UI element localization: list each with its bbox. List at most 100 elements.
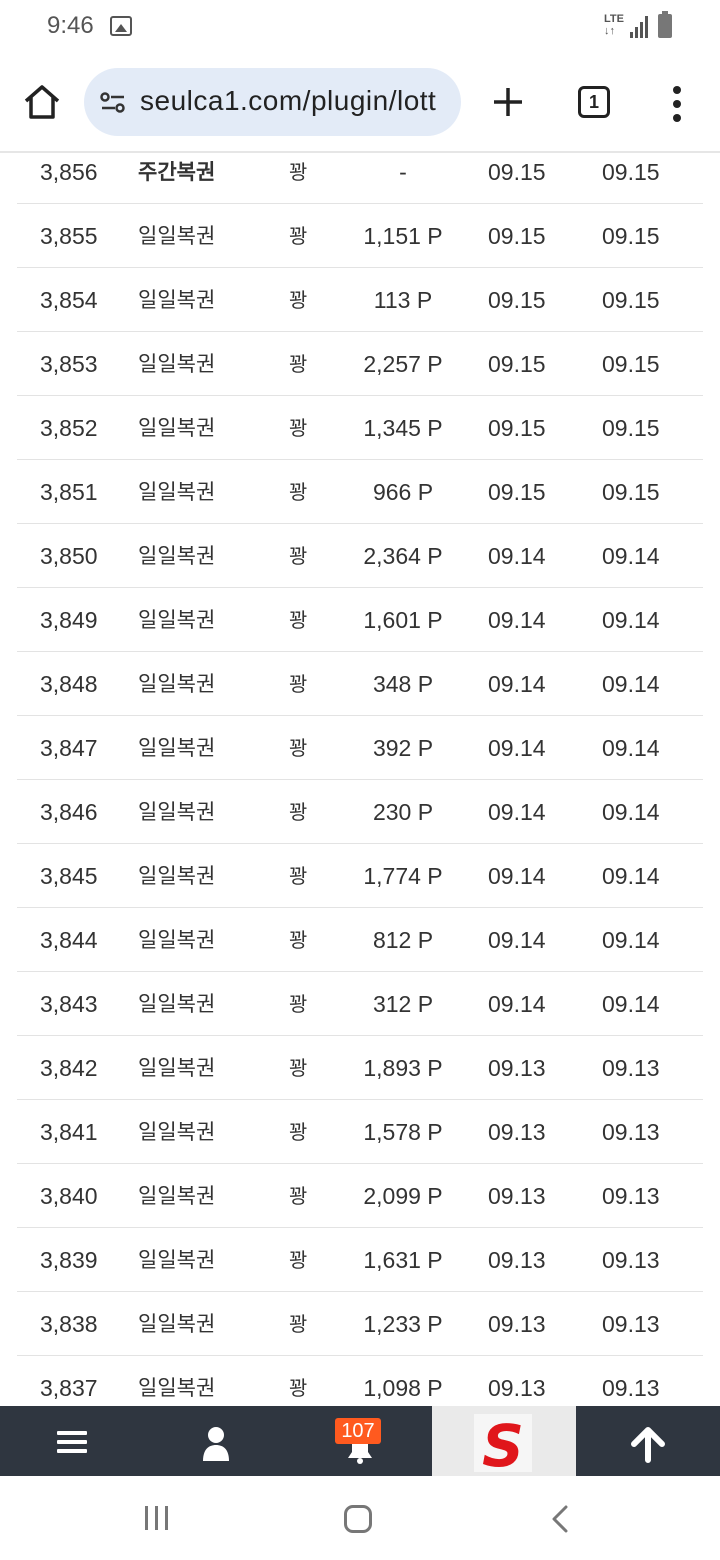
more-menu-icon[interactable] <box>664 84 692 124</box>
home-button[interactable] <box>22 82 62 122</box>
recents-icon[interactable] <box>143 1506 171 1530</box>
draw-date: 09.14 <box>488 927 546 953</box>
entry-number: 3,841 <box>40 1119 98 1145</box>
table-rows: 3,856 주간복권 꽝 -09.15 09.15 3,855 일일복권 꽝 1,151 P 09… <box>0 140 720 1406</box>
draw-date: 09.14 <box>488 799 546 825</box>
draw-date: 09.13 <box>488 1247 546 1273</box>
table-row: 3,852 일일복권 꽝 1,345 P 09.15 09.15 <box>17 396 703 460</box>
draw-date: 09.15 <box>488 159 546 185</box>
prize-points: 1,098 P <box>363 1375 443 1401</box>
lottery-history-table: 3,856 주간복권 꽝 -09.15 09.15 3,855 일일복권 꽝 1,151 P 09… <box>0 140 720 1406</box>
prize-points: 966 P <box>372 479 434 505</box>
lottery-name: 일일복권 <box>138 480 216 504</box>
lottery-name: 일일복권 <box>138 736 216 760</box>
entry-number: 3,852 <box>40 415 98 441</box>
prize-points: 392 P <box>372 735 434 761</box>
draw-result: 꽝 <box>289 1248 308 1272</box>
lottery-name: 일일복권 <box>138 288 216 312</box>
table-row: 3,853 일일복권 꽝 2,257 P 09.15 09.15 <box>17 332 703 396</box>
entry-number: 3,849 <box>40 607 98 633</box>
system-nav-bar <box>0 1476 720 1560</box>
lottery-name: 일일복권 <box>138 1184 216 1208</box>
address-bar[interactable]: seulca1.com/plugin/lott <box>84 68 461 136</box>
draw-result: 꽝 <box>289 544 308 568</box>
menu-icon[interactable] <box>0 1406 144 1476</box>
lottery-name: 일일복권 <box>138 1056 216 1080</box>
user-button[interactable] <box>144 1406 288 1476</box>
prize-points: 812 P <box>372 927 434 953</box>
draw-date: 09.14 <box>488 735 546 761</box>
draw-date: 09.15 <box>488 479 546 505</box>
table-row: 3,856 주간복권 꽝 - 09.15 09.15 <box>17 140 703 204</box>
entry-number: 3,856 <box>40 159 98 185</box>
table-row: 3,854 일일복권 꽝 113 P 09.15 09.15 <box>17 268 703 332</box>
result-date: 09.13 <box>602 1247 660 1273</box>
draw-result: 꽝 <box>289 480 308 504</box>
entry-number: 3,846 <box>40 799 98 825</box>
result-date: 09.14 <box>602 735 660 761</box>
draw-result: 꽝 <box>289 288 308 312</box>
draw-result: 꽝 <box>289 1376 308 1400</box>
lottery-name: 일일복권 <box>138 992 216 1016</box>
draw-result: 꽝 <box>289 992 308 1016</box>
table-row: 3,840 일일복권 꽝 2,099 P 09.13 09.13 <box>17 1164 703 1228</box>
result-date: 09.14 <box>602 927 660 953</box>
lottery-name: 일일복권 <box>138 1248 216 1272</box>
entry-number: 3,850 <box>40 543 98 569</box>
draw-result: 꽝 <box>289 1056 308 1080</box>
draw-result: 꽝 <box>289 608 308 632</box>
result-date: 09.15 <box>602 223 660 249</box>
draw-date: 09.13 <box>488 1311 546 1337</box>
notification-badge: 107 <box>335 1418 381 1444</box>
url-text[interactable]: seulca1.com/plugin/lott <box>140 85 436 117</box>
user-icon <box>203 1427 229 1461</box>
lottery-name: 일일복권 <box>138 1312 216 1336</box>
prize-points: - <box>399 159 407 185</box>
draw-result: 꽝 <box>289 352 308 376</box>
lottery-name: 일일복권 <box>138 224 216 248</box>
result-date: 09.15 <box>602 159 660 185</box>
new-tab-button[interactable] <box>486 80 530 124</box>
draw-date: 09.14 <box>488 671 546 697</box>
result-date: 09.13 <box>602 1311 660 1337</box>
lottery-name: 일일복권 <box>138 1120 216 1144</box>
entry-number: 3,853 <box>40 351 98 377</box>
lottery-name: 일일복권 <box>138 928 216 952</box>
photo-icon <box>110 16 132 36</box>
prize-points: 1,345 P <box>363 415 443 441</box>
table-row: 3,851 일일복권 꽝 966 P 09.15 09.15 <box>17 460 703 524</box>
lottery-name: 일일복권 <box>138 352 216 376</box>
lottery-name: 일일복권 <box>138 416 216 440</box>
draw-result: 꽝 <box>289 160 308 184</box>
arrow-up-icon <box>631 1427 665 1463</box>
notifications-button[interactable]: 107 <box>288 1406 432 1476</box>
lottery-name: 일일복권 <box>138 1376 216 1400</box>
prize-points: 113 P <box>373 287 433 313</box>
browser-toolbar: seulca1.com/plugin/lott 1 <box>0 56 720 152</box>
lottery-name: 일일복권 <box>138 800 216 824</box>
draw-result: 꽝 <box>289 224 308 248</box>
result-date: 09.15 <box>602 351 660 377</box>
entry-number: 3,844 <box>40 927 98 953</box>
draw-result: 꽝 <box>289 672 308 696</box>
draw-date: 09.14 <box>488 991 546 1017</box>
result-date: 09.14 <box>602 607 660 633</box>
lte-icon: LTE ↓↑ <box>604 13 624 37</box>
back-icon[interactable] <box>548 1504 572 1534</box>
prize-points: 1,631 P <box>363 1247 443 1273</box>
site-logo[interactable]: S <box>432 1406 576 1480</box>
scroll-top-button[interactable] <box>576 1406 720 1476</box>
result-date: 09.13 <box>602 1119 660 1145</box>
result-date: 09.13 <box>602 1055 660 1081</box>
draw-date: 09.13 <box>488 1183 546 1209</box>
entry-number: 3,848 <box>40 671 98 697</box>
draw-date: 09.13 <box>488 1119 546 1145</box>
home-icon <box>24 85 60 119</box>
site-settings-icon[interactable] <box>98 88 128 118</box>
prize-points: 312 P <box>372 991 434 1017</box>
home-nav-icon[interactable] <box>344 1505 372 1533</box>
result-date: 09.13 <box>602 1183 660 1209</box>
tab-switcher-button[interactable]: 1 <box>578 86 610 118</box>
lottery-name: 일일복권 <box>138 864 216 888</box>
prize-points: 1,601 P <box>363 607 443 633</box>
